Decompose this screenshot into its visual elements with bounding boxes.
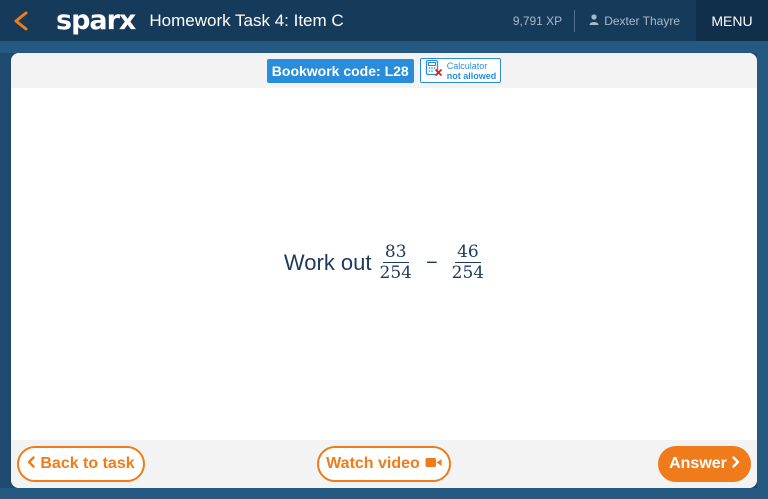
answer-button[interactable]: Answer	[658, 446, 751, 482]
video-camera-icon	[425, 455, 442, 473]
calculator-not-allowed-icon	[425, 59, 443, 82]
sparx-logo: sparx	[56, 5, 136, 36]
question-card: Bookwork code: L28 Calculator not allowe…	[11, 53, 757, 488]
back-arrow-icon[interactable]	[0, 0, 42, 41]
chevron-right-icon	[732, 455, 740, 473]
fraction-denominator: 254	[451, 263, 485, 283]
user-name: Dexter Thayre	[604, 13, 680, 28]
background-stripe	[0, 41, 768, 53]
top-bar: sparx Homework Task 4: Item C 9,791 XP D…	[0, 0, 768, 41]
fraction-first: 83 254	[380, 243, 412, 283]
back-to-task-button[interactable]: Back to task	[17, 446, 145, 482]
watch-video-label: Watch video	[326, 455, 420, 472]
question-prefix: Work out	[283, 250, 372, 275]
calculator-label-line2: not allowed	[446, 70, 497, 81]
card-footer: Back to task Watch video Answer	[11, 440, 757, 488]
minus-operator: −	[425, 251, 438, 274]
calculator-label: Calculator not allowed	[447, 61, 497, 81]
fraction-second: 46 254	[452, 243, 484, 283]
bookwork-code-badge: Bookwork code: L28	[266, 58, 414, 83]
watch-video-button[interactable]: Watch video	[317, 446, 451, 482]
user-info[interactable]: Dexter Thayre	[575, 14, 696, 28]
card-header: Bookwork code: L28 Calculator not allowe…	[11, 53, 757, 88]
fraction-numerator: 46	[455, 242, 481, 263]
fraction-numerator: 83	[382, 242, 409, 263]
menu-button[interactable]: MENU	[696, 0, 768, 41]
calculator-label-line1: Calculator	[446, 60, 488, 71]
question-text: Work out 83 254 − 46 254	[11, 243, 757, 283]
back-to-task-label: Back to task	[40, 455, 135, 472]
xp-counter: 9,791 XP	[513, 9, 576, 32]
background-stripe	[0, 488, 768, 499]
fraction-denominator: 254	[379, 263, 412, 283]
chevron-left-icon	[27, 455, 36, 473]
calculator-status-badge: Calculator not allowed	[419, 58, 502, 83]
user-icon	[589, 13, 599, 28]
background-stripe	[757, 41, 768, 499]
answer-label: Answer	[669, 455, 727, 472]
page-title: Homework Task 4: Item C	[149, 10, 344, 30]
